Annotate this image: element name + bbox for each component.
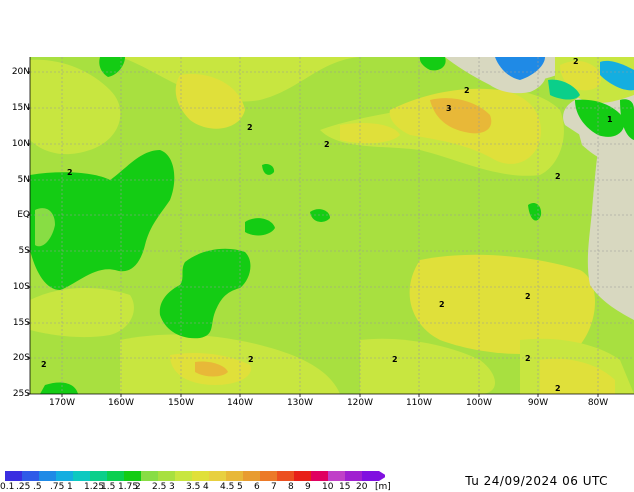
colorbar-swatch (124, 471, 141, 481)
wave-height-map (27, 57, 634, 397)
contour-label: 2 (573, 57, 579, 66)
lat-label-10n: 10N (11, 139, 30, 149)
colorbar-tick-label: 7 (271, 482, 277, 492)
contour-label: 2 (248, 355, 254, 364)
colorbar-tick-label: 20 (356, 482, 368, 492)
colorbar-tick-label: .75 (50, 482, 65, 492)
colorbar-swatch (158, 471, 175, 481)
lon-label-170w: 170W (48, 398, 76, 408)
colorbar-tick-label: 2 (135, 482, 141, 492)
colorbar-tick-label: 3 (169, 482, 175, 492)
lon-label-130w: 130W (286, 398, 314, 408)
colorbar-swatch (56, 471, 73, 481)
colorbar-tick-label: 5 (237, 482, 243, 492)
colorbar-tick-label: 1 (67, 482, 73, 492)
lon-label-120w: 120W (346, 398, 374, 408)
lon-label-80w: 80W (587, 398, 609, 408)
colorbar-swatch (277, 471, 294, 481)
lat-label-eq: EQ (17, 210, 30, 220)
colorbar-swatch (260, 471, 277, 481)
contour-label: 2 (464, 86, 470, 95)
colorbar-swatch (73, 471, 90, 481)
colorbar-swatch (226, 471, 243, 481)
colorbar-swatch (192, 471, 209, 481)
colorbar-swatch (328, 471, 345, 481)
colorbar-swatch (345, 471, 362, 481)
colorbar-swatch (5, 471, 22, 481)
lon-label-160w: 160W (107, 398, 135, 408)
contour-label: 2 (555, 384, 561, 393)
colorbar-swatch (362, 471, 379, 481)
lat-label-20s: 20S (12, 353, 30, 363)
colorbar-tick-label: 2.5 (152, 482, 167, 492)
lat-label-15s: 15S (12, 318, 30, 328)
colorbar-swatch (209, 471, 226, 481)
colorbar-tick-label: 3.5 (186, 482, 201, 492)
colorbar-arrow (379, 471, 385, 481)
contour-label: 2 (525, 292, 531, 301)
contour-label: 2 (555, 172, 561, 181)
lon-label-90w: 90W (527, 398, 549, 408)
contour-label: 2 (392, 355, 398, 364)
colorbar-swatch (90, 471, 107, 481)
lon-label-110w: 110W (405, 398, 433, 408)
colorbar-tick-label: 0.1 (0, 482, 15, 492)
lon-label-140w: 140W (226, 398, 254, 408)
colorbar-swatch (294, 471, 311, 481)
colorbar-tick-label: .5 (33, 482, 42, 492)
timestamp: Tu 24/09/2024 06 UTC (465, 474, 608, 488)
lat-label-10s: 10S (12, 282, 30, 292)
colorbar-tick-label: .25 (16, 482, 31, 492)
colorbar-tick-label: 9 (305, 482, 311, 492)
colorbar-swatch (243, 471, 260, 481)
colorbar-swatch (39, 471, 56, 481)
contour-label: 2 (525, 354, 531, 363)
lat-label-5s: 5S (18, 246, 30, 256)
colorbar-unit: [m] (375, 482, 391, 492)
colorbar-swatch (141, 471, 158, 481)
colorbar-tick-label: 8 (288, 482, 294, 492)
lat-label-5n: 5N (17, 175, 30, 185)
colorbar-tick-label: 1.5 (101, 482, 116, 492)
colorbar-tick-label: 6 (254, 482, 260, 492)
colorbar-swatch (175, 471, 192, 481)
colorbar-swatch (22, 471, 39, 481)
colorbar-tick-label: 10 (322, 482, 334, 492)
contour-label: 1 (607, 115, 613, 124)
lat-label-25s: 25S (12, 389, 30, 399)
colorbar-swatch (311, 471, 328, 481)
colorbar-tick-label: 15 (339, 482, 351, 492)
lat-label-15n: 15N (11, 103, 30, 113)
contour-label: 3 (446, 104, 452, 113)
contour-label: 2 (324, 140, 330, 149)
colorbar-tick-label: 4 (203, 482, 209, 492)
contour-label: 2 (439, 300, 445, 309)
contour-label: 2 (41, 360, 47, 369)
lon-label-150w: 150W (167, 398, 195, 408)
contour-label: 2 (67, 168, 73, 177)
lat-label-20n: 20N (11, 67, 30, 77)
lon-label-100w: 100W (465, 398, 493, 408)
contour-label: 2 (247, 123, 253, 132)
colorbar-swatch (107, 471, 124, 481)
colorbar-tick-label: 4.5 (220, 482, 235, 492)
